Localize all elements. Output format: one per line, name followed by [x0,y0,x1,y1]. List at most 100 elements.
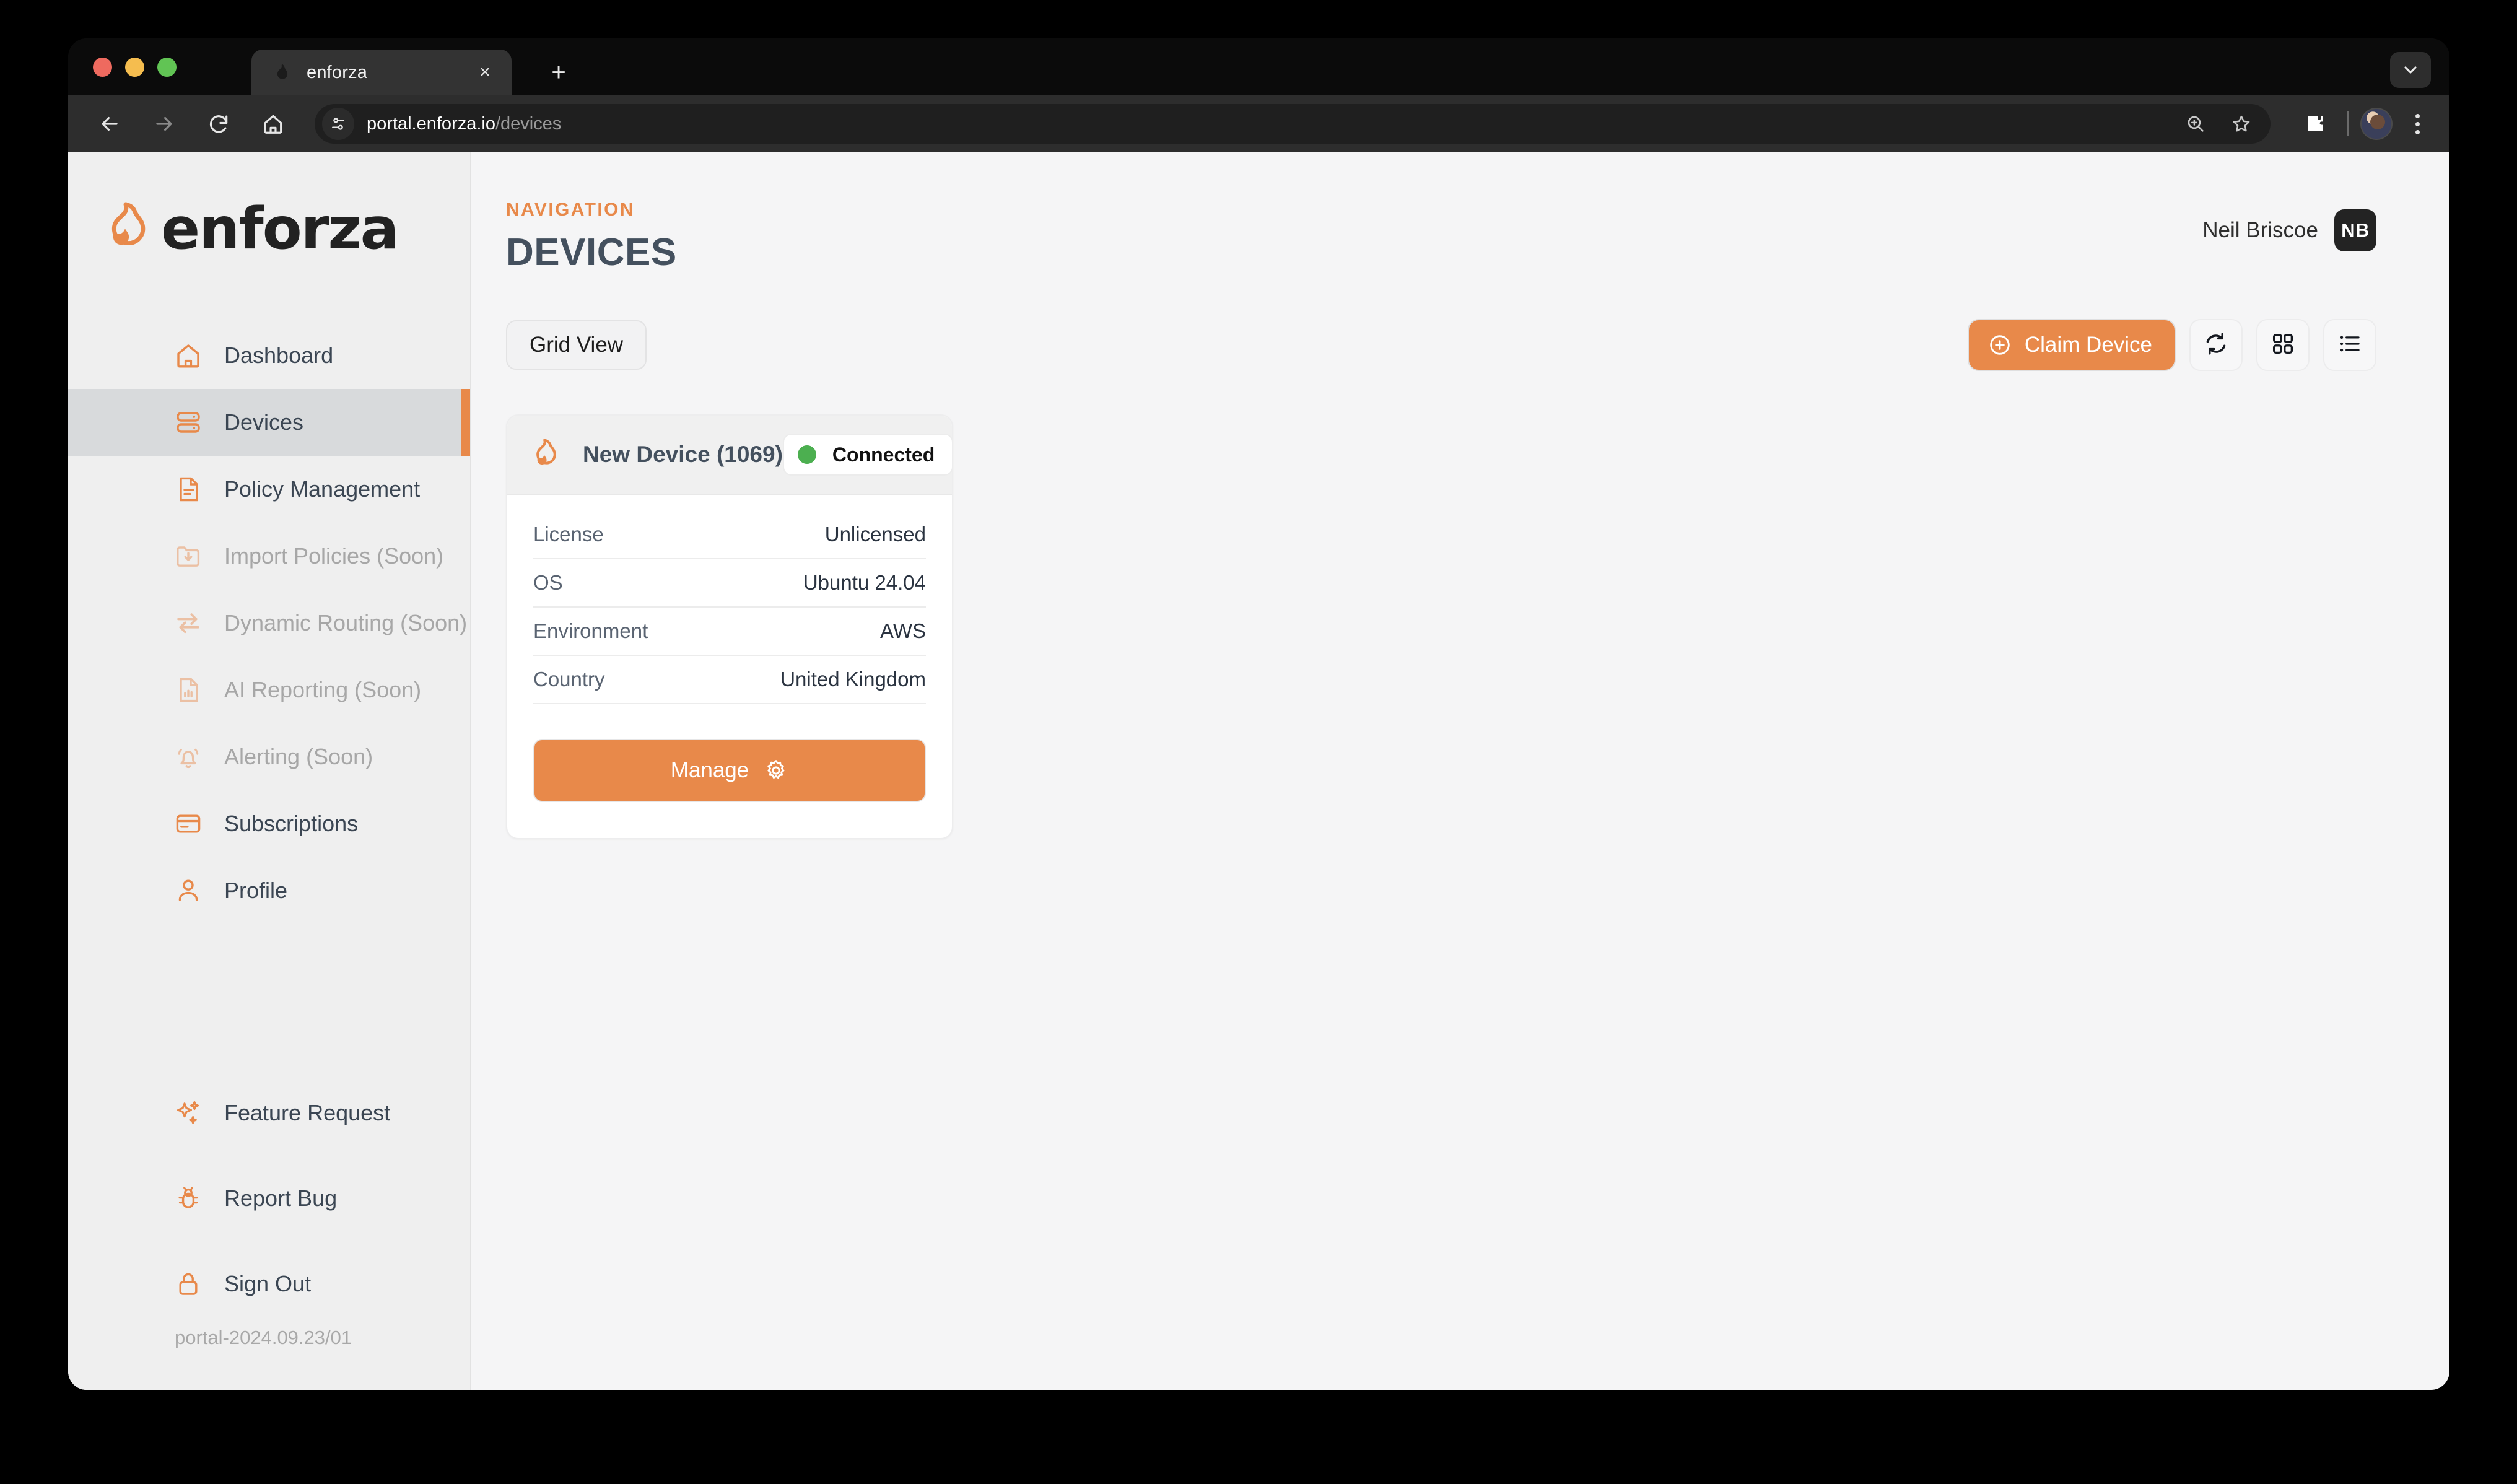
sidebar-item-ai-reporting[interactable]: AI Reporting (Soon) [68,657,470,723]
maximize-window-button[interactable] [157,58,177,77]
device-card[interactable]: New Device (1069) Connected License Unli… [506,414,953,839]
sidebar-item-label: Import Policies (Soon) [224,543,444,569]
claim-device-button[interactable]: Claim Device [1967,319,2176,371]
detail-value: United Kingdom [780,668,926,691]
refresh-button[interactable] [2189,319,2243,371]
detail-row: License Unlicensed [533,511,926,559]
manage-label: Manage [670,758,749,782]
sidebar-footer-nav: Feature Request Report Bug Sign Out port… [68,1070,470,1390]
detail-value: AWS [880,619,926,642]
user-menu[interactable]: Neil Briscoe NB [2202,209,2376,251]
sidebar-item-import-policies[interactable]: Import Policies (Soon) [68,523,470,590]
detail-row: Country United Kingdom [533,656,926,704]
chevron-down-icon[interactable] [2390,52,2431,88]
window-traffic-lights [93,58,177,77]
status-dot-icon [797,445,816,464]
manage-device-button[interactable]: Manage [533,739,926,802]
zoom-icon[interactable] [2175,103,2216,144]
device-card-header: New Device (1069) Connected [507,416,952,495]
avatar[interactable]: NB [2334,209,2376,251]
app-logo[interactable]: enforza [104,194,470,263]
sidebar-item-label: Policy Management [224,476,421,502]
sidebar-item-label: Dynamic Routing (Soon) [224,610,468,635]
home-icon [172,339,204,372]
grid-icon [2270,331,2296,360]
content-toolbar: Grid View Claim Device [506,319,2376,371]
sidebar-item-policy-management[interactable]: Policy Management [68,456,470,523]
sparkles-icon [172,1097,204,1129]
close-window-button[interactable] [93,58,112,77]
sidebar-item-report-bug[interactable]: Report Bug [68,1156,470,1241]
grid-view-button[interactable] [2256,319,2310,371]
sidebar-item-label: AI Reporting (Soon) [224,677,422,702]
sidebar-item-label: Report Bug [224,1185,338,1211]
gear-icon [764,758,788,783]
sidebar-item-profile[interactable]: Profile [68,857,470,924]
flame-favicon-icon [272,63,290,82]
browser-profile-avatar[interactable] [2360,108,2393,140]
plus-circle-icon [1987,333,2012,357]
detail-row: OS Ubuntu 24.04 [533,559,926,608]
exchange-icon [172,607,204,639]
browser-window: enforza × + portal.enforza.io/devices en… [68,38,2449,1390]
address-bar[interactable]: portal.enforza.io/devices [315,104,2271,144]
server-icon [172,406,204,439]
sidebar: enforza Dashboard Devices Policy Managem… [68,152,471,1390]
page-title: DEVICES [506,231,677,274]
toolbar-tail [2274,103,2449,144]
sidebar-item-sign-out[interactable]: Sign Out [68,1241,470,1327]
home-icon[interactable] [253,103,294,144]
sidebar-item-dynamic-routing[interactable]: Dynamic Routing (Soon) [68,590,470,657]
breadcrumb-eyebrow: NAVIGATION [506,199,635,220]
reload-icon[interactable] [198,103,239,144]
sidebar-item-devices[interactable]: Devices [68,389,470,456]
sidebar-item-dashboard[interactable]: Dashboard [68,322,470,389]
device-name: New Device (1069) [583,442,783,467]
detail-label: OS [533,571,563,594]
view-mode-label[interactable]: Grid View [506,320,647,370]
claim-device-label: Claim Device [2024,333,2152,357]
detail-value: Ubuntu 24.04 [803,571,926,594]
extensions-icon[interactable] [2295,103,2336,144]
detail-label: License [533,523,604,546]
list-view-button[interactable] [2323,319,2376,371]
app-logo-wordmark: enforza [161,194,399,262]
lock-icon [172,1268,204,1300]
device-card-body: License Unlicensed OS Ubuntu 24.04 Envir… [507,495,952,704]
close-tab-button[interactable]: × [474,62,495,83]
browser-toolbar: portal.enforza.io/devices [68,95,2449,152]
back-icon[interactable] [89,103,130,144]
detail-row: Environment AWS [533,608,926,656]
forward-icon[interactable] [144,103,185,144]
bell-icon [172,741,204,773]
sidebar-item-subscriptions[interactable]: Subscriptions [68,790,470,857]
url-path: /devices [495,113,562,134]
minimize-window-button[interactable] [125,58,144,77]
detail-label: Country [533,668,605,691]
list-icon [2337,331,2363,360]
bookmark-star-icon[interactable] [2221,103,2262,144]
chrome-menu-icon[interactable] [2401,108,2433,140]
browser-tab[interactable]: enforza × [251,50,512,95]
sidebar-item-label: Dashboard [224,343,334,368]
page-header: NAVIGATION DEVICES Neil Briscoe NB [471,152,2449,274]
sidebar-item-label: Feature Request [224,1100,391,1125]
user-name: Neil Briscoe [2202,218,2318,242]
sidebar-item-label: Sign Out [224,1271,312,1296]
app-version-label: portal-2024.09.23/01 [175,1327,352,1348]
page-viewport: enforza Dashboard Devices Policy Managem… [68,152,2449,1390]
sidebar-item-alerting[interactable]: Alerting (Soon) [68,723,470,790]
main-content: NAVIGATION DEVICES Neil Briscoe NB Grid … [471,152,2449,1390]
bug-icon [172,1182,204,1215]
new-tab-button[interactable]: + [545,59,572,86]
url-text: portal.enforza.io/devices [367,114,561,134]
browser-tab-strip: enforza × + [68,38,2449,95]
sidebar-item-feature-request[interactable]: Feature Request [68,1070,470,1156]
site-settings-icon[interactable] [322,108,354,140]
detail-value: Unlicensed [824,523,926,546]
url-domain: portal.enforza.io [367,113,495,134]
flame-logo-icon [104,200,152,257]
status-label: Connected [832,443,935,466]
chart-doc-icon [172,674,204,706]
sidebar-item-label: Devices [224,409,304,435]
